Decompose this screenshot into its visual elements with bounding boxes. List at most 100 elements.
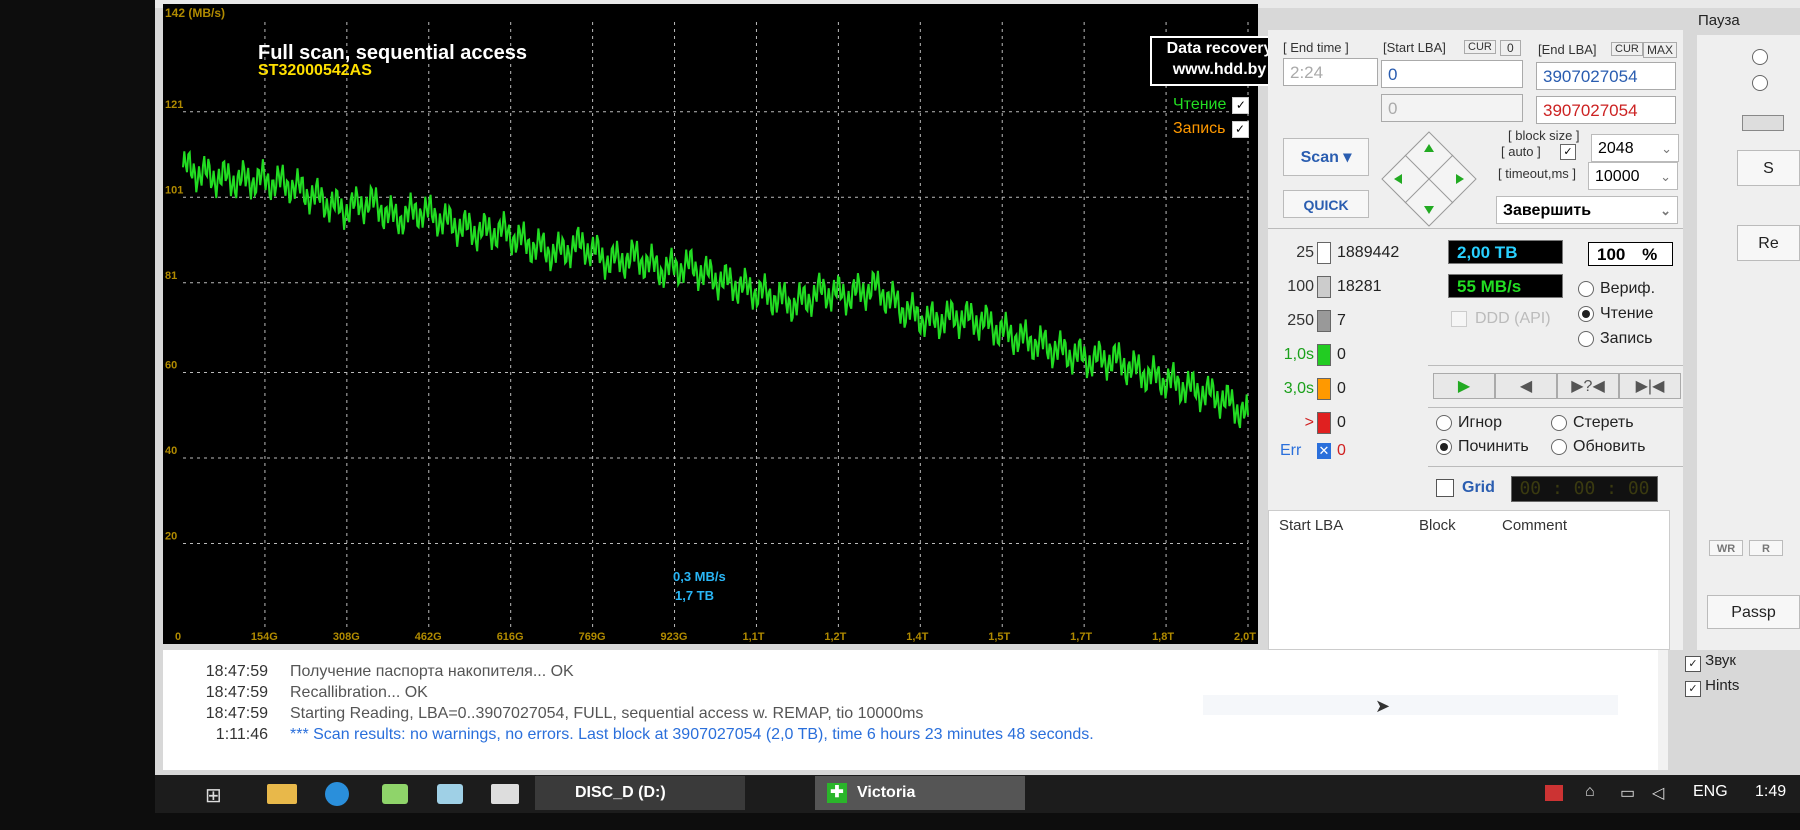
block-stat-label: 3,0s [1283,380,1314,397]
start-lba-field[interactable]: 0 [1381,60,1523,88]
auto-checkbox[interactable]: ✓ [1560,144,1576,160]
block-stat-row: 3,0s 0 [1280,378,1346,400]
finish-select[interactable]: Завершить ⌄ [1496,196,1678,224]
mode-radio-label: Вериф. [1600,280,1656,297]
timer-display: 00 : 00 : 00 [1511,476,1658,502]
log-scrollbar[interactable] [1658,650,1668,770]
side-slider[interactable] [1742,115,1784,131]
radio-button[interactable] [1436,415,1452,431]
radio-button[interactable] [1578,331,1594,347]
chevron-down-icon: ⌄ [1660,169,1671,184]
sound-option[interactable]: ✓ Звук [1685,652,1736,672]
volume-muted-icon[interactable]: ◁ [1652,783,1664,803]
start-lba-field-2[interactable]: 0 [1381,94,1523,122]
block-stat-row: 25 1889442 [1280,242,1399,264]
max-button[interactable]: MAX [1643,42,1678,58]
maxthon-browser-icon[interactable] [325,782,349,806]
radio-button[interactable] [1551,415,1567,431]
pause-label[interactable]: Пауза [1698,12,1740,29]
speed-chart: 0 154G 308G 462G 616G 769G 923G 1,1T 1,2T 1,4T 1,5… [165,6,1256,643]
disc-d-label: DISC_D (D:) [575,784,666,801]
legend-write-checkbox[interactable]: ✓ [1231,120,1249,138]
r-button[interactable]: R [1749,540,1783,556]
side-radio-1[interactable] [1752,49,1768,65]
app-icon-1[interactable] [382,784,408,804]
y-tick-label: 40 [165,445,177,457]
results-table-header: Start LBA Block Comment [1269,511,1669,537]
end-cur-button[interactable]: CUR [1611,42,1643,56]
mode-radio-option[interactable]: Вериф. [1578,280,1655,298]
radio-button[interactable] [1578,281,1594,297]
hints-label: Hints [1705,677,1740,694]
ddd-checkbox[interactable] [1451,311,1467,327]
usb-icon[interactable]: ⌂ [1585,783,1595,801]
clock[interactable]: 1:49 [1755,783,1786,801]
taskbar-disc-d[interactable]: DISC_D (D:) [535,776,745,810]
err-icon: ✕ [1317,443,1331,459]
x-tick-label: 1,2T [824,631,846,643]
network-icon[interactable]: ▭ [1620,783,1635,803]
grid-checkbox[interactable] [1436,479,1454,497]
sound-checkbox[interactable]: ✓ [1685,656,1701,672]
data-recovery-line2: www.hdd.by [1172,61,1267,78]
stop-button[interactable]: ▶|◀ [1619,373,1681,399]
scan-button[interactable]: Scan ▾ [1283,138,1369,176]
ddd-option[interactable]: DDD (API) [1451,310,1551,328]
divider [1428,365,1683,366]
x-tick-label: 1,1T [742,631,764,643]
end-time-field[interactable]: 2:24 [1283,58,1378,86]
err-row: Err ✕ 0 [1280,442,1346,460]
y-tick-label: 60 [165,360,177,372]
block-stat-count: 0 [1337,380,1346,397]
passp-button[interactable]: Passp [1707,595,1800,629]
side-s-button[interactable]: S [1737,150,1800,186]
taskbar-victoria[interactable]: ✚ Victoria [815,776,1025,810]
repair-radio-option[interactable]: Стереть [1551,414,1634,432]
side-re-button[interactable]: Re [1737,225,1800,261]
seek-button[interactable]: ▶?◀ [1557,373,1619,399]
radio-button[interactable] [1436,439,1452,455]
radio-button[interactable] [1578,306,1594,322]
file-explorer-icon[interactable] [267,784,297,804]
mode-radio-option[interactable]: Запись [1578,330,1653,348]
results-column-header[interactable]: Comment [1502,517,1567,534]
results-column-header[interactable]: Start LBA [1279,517,1343,534]
wr-button[interactable]: WR [1709,540,1743,556]
y-axis-label: 142 (MB/s) [165,6,225,20]
control-panel: [ End time ] 2:24 [Start LBA] CUR 0 [End… [1268,30,1683,650]
quick-button[interactable]: QUICK [1283,190,1369,218]
tray-app-icon[interactable] [1545,785,1563,801]
y-tick-label: 81 [165,270,177,282]
back-button[interactable]: ◀ [1495,373,1557,399]
mode-radio-option[interactable]: Чтение [1578,305,1653,323]
block-size-select[interactable]: 2048 ⌄ [1591,134,1679,162]
repair-radio-option[interactable]: Игнор [1436,414,1502,432]
repair-radio-option[interactable]: Обновить [1551,438,1645,456]
hints-checkbox[interactable]: ✓ [1685,681,1701,697]
data-recovery-line1: Data recovery [1166,40,1273,57]
end-lba-field-2[interactable]: 3907027054 [1536,96,1676,124]
end-lba-field[interactable]: 3907027054 [1536,62,1676,90]
language-indicator[interactable]: ENG [1693,783,1728,801]
repair-radio-option[interactable]: Починить [1436,438,1529,456]
app-icon-2[interactable] [437,784,463,804]
log-selection [1203,695,1618,715]
cur-value: 0 [1500,40,1521,56]
block-stat-row: >0 [1280,412,1346,434]
terminal-icon[interactable] [491,784,519,804]
timeout-select[interactable]: 10000 ⌄ [1588,162,1678,190]
log-time: 18:47:59 [205,705,268,722]
block-stat-count: 0 [1337,414,1346,431]
windows-start-icon[interactable]: ⊞ [205,783,222,808]
results-column-header[interactable]: Block [1419,517,1456,534]
side-radio-2[interactable] [1752,75,1768,91]
legend-read-checkbox[interactable]: ✓ [1232,96,1250,114]
grid-toggle[interactable]: Grid [1436,479,1495,497]
radio-button[interactable] [1551,439,1567,455]
cur-button[interactable]: CUR [1464,40,1496,54]
play-button[interactable]: ▶ [1433,373,1495,399]
legend-write[interactable]: Запись ✓ [1173,120,1249,138]
direction-pad[interactable] [1380,130,1478,228]
legend-read[interactable]: Чтение ✓ [1173,96,1250,114]
hints-option[interactable]: ✓ Hints [1685,677,1739,697]
